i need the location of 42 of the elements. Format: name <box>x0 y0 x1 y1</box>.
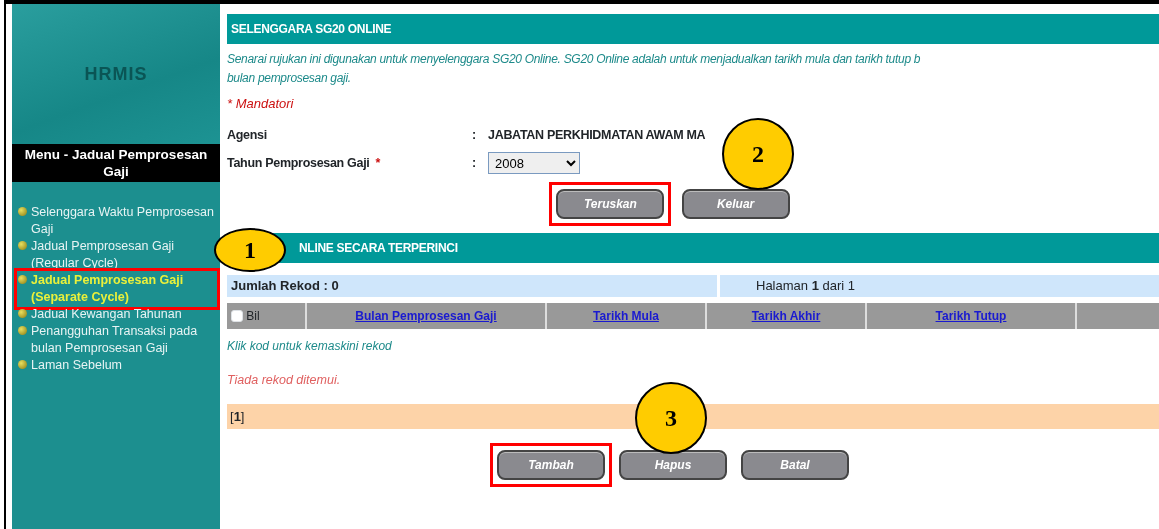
callout-badge: 2 <box>722 118 794 190</box>
required-mark: * <box>375 155 381 170</box>
menu-title: Menu - Jadual Pemprosesan Gaji <box>12 144 220 182</box>
menu-item[interactable]: Jadual Kewangan Tahunan <box>18 306 216 323</box>
menu-item[interactable]: Penangguhan Transaksi pada bulan Pemprosesan Gaji <box>18 323 216 357</box>
field-label: Tahun Pemprosesan Gaji <box>227 155 370 170</box>
menu-item[interactable]: Laman Sebelum <box>18 357 216 374</box>
field-value: JABATAN PERKHIDMATAN AWAM MA <box>488 126 706 144</box>
bullet-icon <box>18 360 27 369</box>
bullet-icon <box>18 241 27 250</box>
field-label: Agensi <box>227 127 267 142</box>
description-text: bulan pemprosesan gaji. <box>227 70 352 87</box>
column-header-link[interactable]: Bulan Pemprosesan Gaji <box>355 308 497 323</box>
select-all-checkbox[interactable] <box>231 309 243 322</box>
page-indicator: Halaman 1 dari 1 <box>717 274 1159 297</box>
bullet-icon <box>18 309 27 318</box>
callout-badge: 3 <box>635 382 707 454</box>
action-button[interactable]: Hapus <box>619 450 727 480</box>
menu-item[interactable]: Jadual Pemprosesan Gaji (Separate Cycle) <box>18 272 216 306</box>
menu-item[interactable]: Selenggara Waktu Pemprosesan Gaji <box>18 204 216 238</box>
bullet-icon <box>18 326 27 335</box>
empty-message: Tiada rekod ditemui. <box>227 371 342 389</box>
record-count: Jumlah Rekod : 0 <box>230 276 340 295</box>
column-header-link[interactable]: Tarikh Akhir <box>751 308 821 323</box>
callout-badge: 1 <box>214 228 286 272</box>
column-header-link[interactable]: Tarikh Tutup <box>935 308 1007 323</box>
hint-text: Klik kod untuk kemaskini rekod <box>227 337 393 355</box>
section-title: SELENGGARA SG20 ONLINE <box>227 14 1159 44</box>
description-text: Senarai rujukan ini digunakan untuk menyelenggara SG20 Online. SG20 Online adalah untuk menjadualkan tarikh mula dan tarikh tutup b <box>227 51 922 68</box>
action-button[interactable]: Keluar <box>681 189 790 220</box>
column-header-link[interactable]: Tarikh Mula <box>593 308 659 323</box>
bullet-icon <box>18 275 27 284</box>
separator-text: : <box>472 154 477 172</box>
mandatory-note: * Mandatori <box>227 95 295 113</box>
year-dropdown[interactable]: 2008 <box>488 152 580 175</box>
logo-text: HRMIS <box>84 62 148 86</box>
action-button[interactable]: Teruskan <box>556 189 665 220</box>
action-button[interactable]: Batal <box>741 450 849 480</box>
separator-text: : <box>472 126 477 144</box>
bullet-icon <box>18 207 27 216</box>
column-header: Bil <box>246 307 260 325</box>
action-button[interactable]: Tambah <box>497 450 605 480</box>
